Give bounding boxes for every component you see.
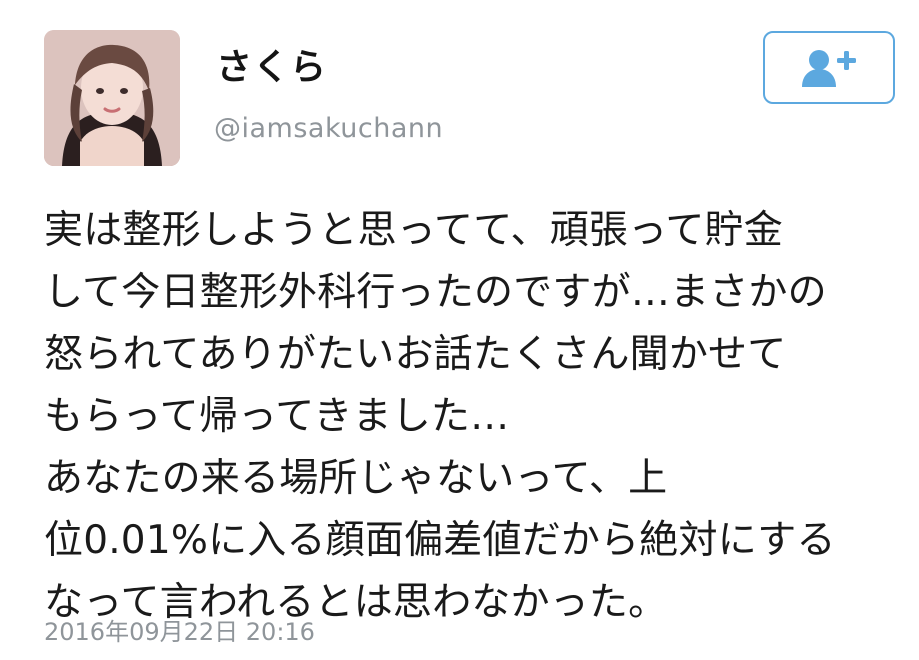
tweet-timestamp[interactable]: 2016年09月22日 20:16: [44, 620, 315, 644]
add-user-icon: [802, 49, 856, 87]
avatar[interactable]: [44, 30, 180, 166]
follow-button[interactable]: [763, 31, 895, 104]
tweet-text: 実は整形しようと思ってて、頑張って貯金 して今日整形外科行ったのですが…まさかの…: [44, 208, 836, 625]
tweet-card: さくら @iamsakuchann 実は整形しようと思ってて、頑張って貯金 して…: [0, 0, 919, 660]
display-name[interactable]: さくら: [216, 50, 327, 86]
username-handle[interactable]: @iamsakuchann: [214, 115, 443, 142]
avatar-photo: [44, 30, 180, 166]
